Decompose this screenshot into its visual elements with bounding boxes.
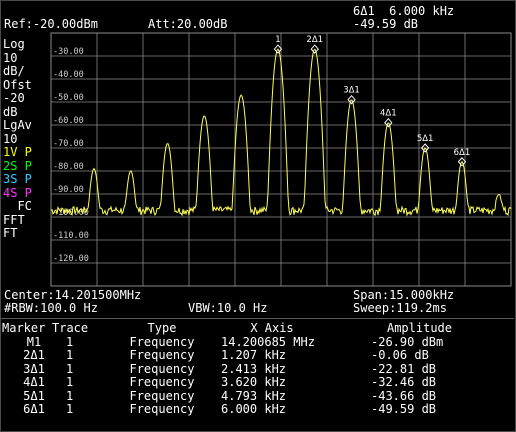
marker-cell-type: Frequency (129, 402, 195, 416)
marker-cell-x: 2.413 kHz (221, 361, 287, 376)
rbw: #RBW:100.0 Hz (4, 301, 98, 315)
marker-label: 5Δ1 (417, 134, 434, 144)
marker-table-header: Marker Trace Type X Axis Amplitude (2, 321, 512, 336)
marker-cell-marker: 5Δ1 (23, 388, 45, 403)
marker-label: 3Δ1 (343, 86, 360, 96)
marker-row: 3Δ1 1 Frequency 2.413 kHz -22.81 dB (2, 361, 512, 377)
col-trace: Trace (52, 321, 89, 335)
vbw: VBW:10.0 Hz (188, 301, 268, 315)
plot-grid (50, 32, 512, 287)
y-tick-label: -120.00 (53, 254, 89, 264)
sweep-time: Sweep:119.2ms (353, 301, 447, 315)
marker-cell-amp: -43.66 dB (371, 388, 437, 403)
marker-cell-marker: M1 (26, 334, 42, 349)
y-tick-label: -80.00 (53, 162, 84, 172)
y-tick-label: -30.00 (53, 47, 84, 57)
y-tick-label: -110.00 (53, 231, 89, 241)
marker-cell-type: Frequency (129, 348, 195, 362)
marker-cell-trace: 1 (66, 375, 74, 389)
y-tick-label: -90.00 (53, 185, 84, 195)
marker-cell-trace: 1 (66, 334, 74, 349)
marker-cell-marker: 4Δ1 (23, 375, 45, 389)
marker-label: 4Δ1 (380, 109, 397, 119)
marker-cell-marker: 6Δ1 (23, 402, 45, 416)
y-tick-label: -70.00 (53, 139, 84, 149)
marker-row: 4Δ1 1 Frequency 3.620 kHz -32.46 dB (2, 375, 512, 390)
marker-cell-type: Frequency (129, 361, 195, 376)
col-marker: Marker (2, 321, 46, 335)
marker-cell-x: 1.207 kHz (221, 348, 287, 362)
y-tick-label: -40.00 (53, 70, 84, 80)
marker-row: 5Δ1 1 Frequency 4.793 kHz -43.66 dB (2, 388, 512, 404)
col-xaxis: X Axis (250, 321, 294, 335)
marker-cell-trace: 1 (66, 402, 74, 416)
marker-cell-type: Frequency (129, 334, 195, 349)
marker-cell-x: 3.620 kHz (221, 375, 287, 389)
marker-table: Marker Trace Type X Axis Amplitude M1 1 Fr… (2, 321, 512, 417)
divider (1, 318, 514, 319)
col-type: Type (147, 321, 177, 335)
marker-row: M1 1 Frequency 14.200685 MHz -26.90 dBm (2, 334, 512, 350)
marker-cell-trace: 1 (66, 348, 74, 362)
marker-cell-type: Frequency (129, 375, 195, 389)
marker-cell-x: 14.200685 MHz (221, 334, 315, 349)
marker-row: 2Δ1 1 Frequency 1.207 kHz -0.06 dB (2, 348, 512, 363)
y-tick-label: -60.00 (53, 116, 84, 126)
marker-label: 2Δ1 (306, 35, 323, 45)
marker-group: 1 2Δ1 3Δ1 4Δ1 5Δ1 6Δ1 (273, 35, 471, 167)
marker-cell-amp: -26.90 dBm (371, 334, 444, 349)
marker-cell-marker: 3Δ1 (23, 361, 45, 376)
y-tick-label: -50.00 (53, 93, 84, 103)
y-tick-labels: -30.00 -40.00 -50.00 -60.00 -70.00 -80.00 -90.… (53, 47, 89, 264)
marker-cell-trace: 1 (66, 388, 74, 403)
marker-label: 6Δ1 (454, 148, 471, 158)
col-amplitude: Amplitude (386, 321, 453, 335)
marker-cell-type: Frequency (129, 388, 195, 403)
marker-cell-marker: 2Δ1 (23, 348, 45, 362)
marker-cell-trace: 1 (66, 361, 74, 376)
marker-cell-amp: -32.46 dB (371, 375, 437, 389)
marker-cell-amp: -49.59 dB (371, 402, 437, 416)
marker-cell-x: 6.000 kHz (221, 402, 287, 416)
marker-label: 1 (275, 35, 280, 45)
marker-cell-amp: -0.06 dB (371, 348, 429, 362)
marker-cell-x: 4.793 kHz (221, 388, 287, 403)
marker-cell-amp: -22.81 dB (371, 361, 437, 376)
marker-row: 6Δ1 1 Frequency 6.000 kHz -49.59 dB (2, 402, 512, 417)
